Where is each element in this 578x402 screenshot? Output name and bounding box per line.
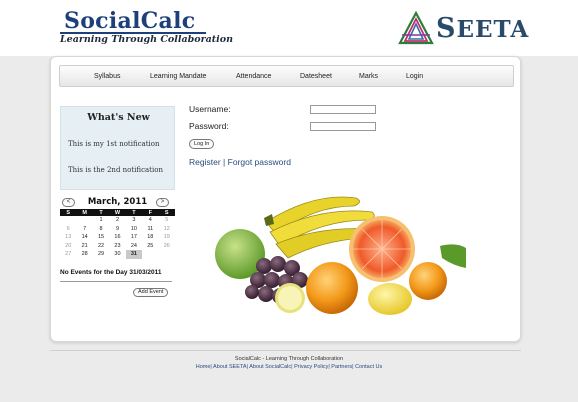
calendar-day[interactable]: 12 bbox=[159, 225, 175, 234]
calendar-day[interactable]: 23 bbox=[109, 242, 125, 251]
calendar-day[interactable]: 28 bbox=[76, 250, 92, 259]
calendar-day[interactable]: 15 bbox=[93, 233, 109, 242]
seeta-triangle-icon bbox=[398, 11, 434, 45]
weekday-label: T bbox=[125, 209, 143, 216]
link-separator: | bbox=[223, 157, 226, 167]
nav-item-learning-mandate[interactable]: Learning Mandate bbox=[150, 66, 206, 88]
calendar-day[interactable]: 5 bbox=[159, 216, 175, 225]
calendar-day[interactable]: 24 bbox=[126, 242, 142, 251]
seeta-wordmark: SEETA bbox=[436, 12, 530, 44]
whats-new-title: What's New bbox=[87, 112, 150, 123]
weekday-label: S bbox=[60, 209, 77, 216]
calendar-day[interactable]: 20 bbox=[60, 242, 76, 251]
login-button[interactable]: Log In bbox=[189, 139, 215, 149]
calendar-prev-button[interactable]: < bbox=[62, 198, 75, 207]
notification-item[interactable]: This is my 1st notification bbox=[68, 140, 160, 148]
password-label: Password: bbox=[189, 121, 229, 131]
calendar-day[interactable]: 11 bbox=[142, 225, 158, 234]
weekday-label: M bbox=[76, 209, 93, 216]
calendar-day[interactable]: 13 bbox=[60, 233, 76, 242]
whats-new-box: What's New This is my 1st notification T… bbox=[60, 106, 175, 190]
calendar-day-selected[interactable]: 31 bbox=[125, 250, 143, 259]
events-message: No Events for the Day 31/03/2011 bbox=[60, 269, 162, 276]
nav-item-attendance[interactable]: Attendance bbox=[236, 66, 271, 88]
calendar-day[interactable]: 27 bbox=[60, 250, 76, 259]
calendar-day[interactable]: 18 bbox=[142, 233, 158, 242]
calendar-week: 1 2 3 4 5 bbox=[60, 216, 175, 225]
calendar-weekdays: S M T W T F S bbox=[60, 209, 175, 216]
calendar-grid: S M T W T F S 1 2 3 4 5 6 7 8 9 10 11 12… bbox=[60, 209, 175, 259]
calendar-day[interactable]: 3 bbox=[126, 216, 142, 225]
calendar-day[interactable]: 10 bbox=[126, 225, 142, 234]
calendar-week: 6 7 8 9 10 11 12 bbox=[60, 225, 175, 234]
footer-link-about-socialcalc[interactable]: About SocialCalc bbox=[249, 364, 291, 370]
calendar-week: 20 21 22 23 24 25 26 bbox=[60, 242, 175, 251]
nav-item-marks[interactable]: Marks bbox=[359, 66, 378, 88]
calendar-day[interactable]: 16 bbox=[109, 233, 125, 242]
calendar-day[interactable]: 22 bbox=[93, 242, 109, 251]
nav-item-login[interactable]: Login bbox=[406, 66, 423, 88]
notification-item[interactable]: This is the 2nd notification bbox=[68, 166, 163, 174]
calendar-day[interactable] bbox=[159, 250, 175, 259]
footer-link-contact-us[interactable]: Contact Us bbox=[355, 364, 382, 370]
footer-link-privacy-policy[interactable]: Privacy Policy bbox=[294, 364, 328, 370]
calendar-day[interactable]: 8 bbox=[93, 225, 109, 234]
footer-link-about-seeta[interactable]: About SEETA bbox=[213, 364, 247, 370]
account-links: Register | Forgot password bbox=[189, 157, 291, 167]
calendar-day[interactable]: 7 bbox=[76, 225, 92, 234]
forgot-password-link[interactable]: Forgot password bbox=[228, 157, 291, 167]
password-input[interactable] bbox=[310, 122, 376, 131]
logo-tagline: Learning Through Collaboration bbox=[60, 34, 233, 45]
calendar-day[interactable]: 25 bbox=[142, 242, 158, 251]
calendar-day[interactable]: 4 bbox=[142, 216, 158, 225]
register-link[interactable]: Register bbox=[189, 157, 221, 167]
calendar-day[interactable]: 30 bbox=[109, 250, 125, 259]
events-divider bbox=[60, 281, 172, 282]
weekday-label: F bbox=[142, 209, 159, 216]
seeta-logo[interactable]: SEETA bbox=[398, 10, 529, 46]
footer-links: Home| About SEETA| About SocialCalc| Pri… bbox=[195, 364, 383, 370]
calendar-day[interactable] bbox=[142, 250, 158, 259]
fruit-image-icon bbox=[204, 184, 466, 325]
calendar-day[interactable]: 21 bbox=[76, 242, 92, 251]
footer-link-home[interactable]: Home bbox=[196, 364, 211, 370]
main-panel: Syllabus Learning Mandate Attendance Dat… bbox=[50, 56, 521, 342]
calendar-day[interactable]: 14 bbox=[76, 233, 92, 242]
top-nav: Syllabus Learning Mandate Attendance Dat… bbox=[59, 65, 514, 87]
calendar-day[interactable]: 1 bbox=[93, 216, 109, 225]
calendar-day[interactable]: 17 bbox=[126, 233, 142, 242]
footer-divider bbox=[50, 350, 521, 351]
footer-link-partners[interactable]: Partners bbox=[331, 364, 352, 370]
calendar-day[interactable]: 9 bbox=[109, 225, 125, 234]
calendar-week: 13 14 15 16 17 18 19 bbox=[60, 233, 175, 242]
weekday-label: S bbox=[158, 209, 175, 216]
weekday-label: T bbox=[92, 209, 110, 216]
calendar-day[interactable]: 19 bbox=[159, 233, 175, 242]
calendar-header: March, 2011 < > bbox=[60, 197, 175, 209]
nav-item-syllabus[interactable]: Syllabus bbox=[94, 66, 120, 88]
username-label: Username: bbox=[189, 104, 231, 114]
calendar-day[interactable]: 29 bbox=[93, 250, 109, 259]
calendar-day[interactable] bbox=[76, 216, 92, 225]
calendar-day[interactable]: 6 bbox=[60, 225, 76, 234]
add-event-button[interactable]: Add Event bbox=[133, 288, 169, 297]
calendar-day[interactable]: 26 bbox=[159, 242, 175, 251]
socialcalc-logo[interactable]: SocialCalc bbox=[64, 8, 195, 34]
weekday-label: W bbox=[109, 209, 126, 216]
calendar-next-button[interactable]: > bbox=[156, 198, 169, 207]
username-input[interactable] bbox=[310, 105, 376, 114]
calendar-day[interactable]: 2 bbox=[109, 216, 125, 225]
fruit-photo bbox=[204, 184, 466, 325]
calendar-day[interactable] bbox=[60, 216, 76, 225]
calendar-week: 27 28 29 30 31 bbox=[60, 250, 175, 259]
site-header: SocialCalc Learning Through Collaboratio… bbox=[0, 0, 578, 56]
nav-item-datesheet[interactable]: Datesheet bbox=[300, 66, 332, 88]
footer-title: SocialCalc - Learning Through Collaborat… bbox=[234, 356, 344, 362]
